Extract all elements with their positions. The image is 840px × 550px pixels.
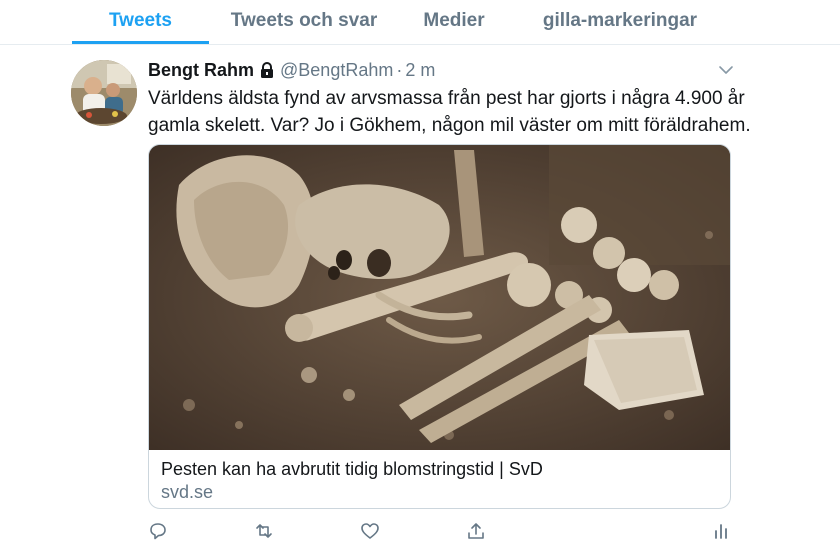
author-handle[interactable]: @BengtRahm [280,60,393,81]
analytics-icon[interactable] [710,520,732,542]
tweet-action-bar [0,518,840,546]
avatar-photo [71,60,137,126]
share-icon[interactable] [465,520,487,542]
tab-likes[interactable]: gilla-markeringar [536,0,704,44]
card-title: Pesten kan ha avbrutit tidig blomstrings… [161,459,543,479]
tweet-header: Bengt Rahm @BengtRahm · 2 m [148,57,435,83]
profile-tab-bar: Tweets Tweets och svar Medier gilla-mark… [0,0,840,45]
tab-tweets-and-replies[interactable]: Tweets och svar [225,0,383,44]
reply-icon[interactable] [147,520,169,542]
lock-icon [260,62,274,78]
tab-media[interactable]: Medier [412,0,496,44]
card-domain: svd.se [161,482,214,502]
heart-icon[interactable] [359,520,381,542]
link-card[interactable]: Pesten kan ha avbrutit tidig blomstrings… [148,144,731,509]
tab-tweets[interactable]: Tweets [72,0,209,44]
author-name[interactable]: Bengt Rahm [148,60,254,81]
avatar[interactable] [71,60,137,126]
chevron-down-icon[interactable] [716,60,736,80]
card-image [149,145,730,450]
active-tab-indicator [72,41,209,44]
tweet-timestamp[interactable]: 2 m [405,60,435,81]
header-separator: · [396,59,403,80]
retweet-icon[interactable] [253,520,275,542]
tweet-text: Världens äldsta fynd av arvsmassa från p… [148,88,751,136]
